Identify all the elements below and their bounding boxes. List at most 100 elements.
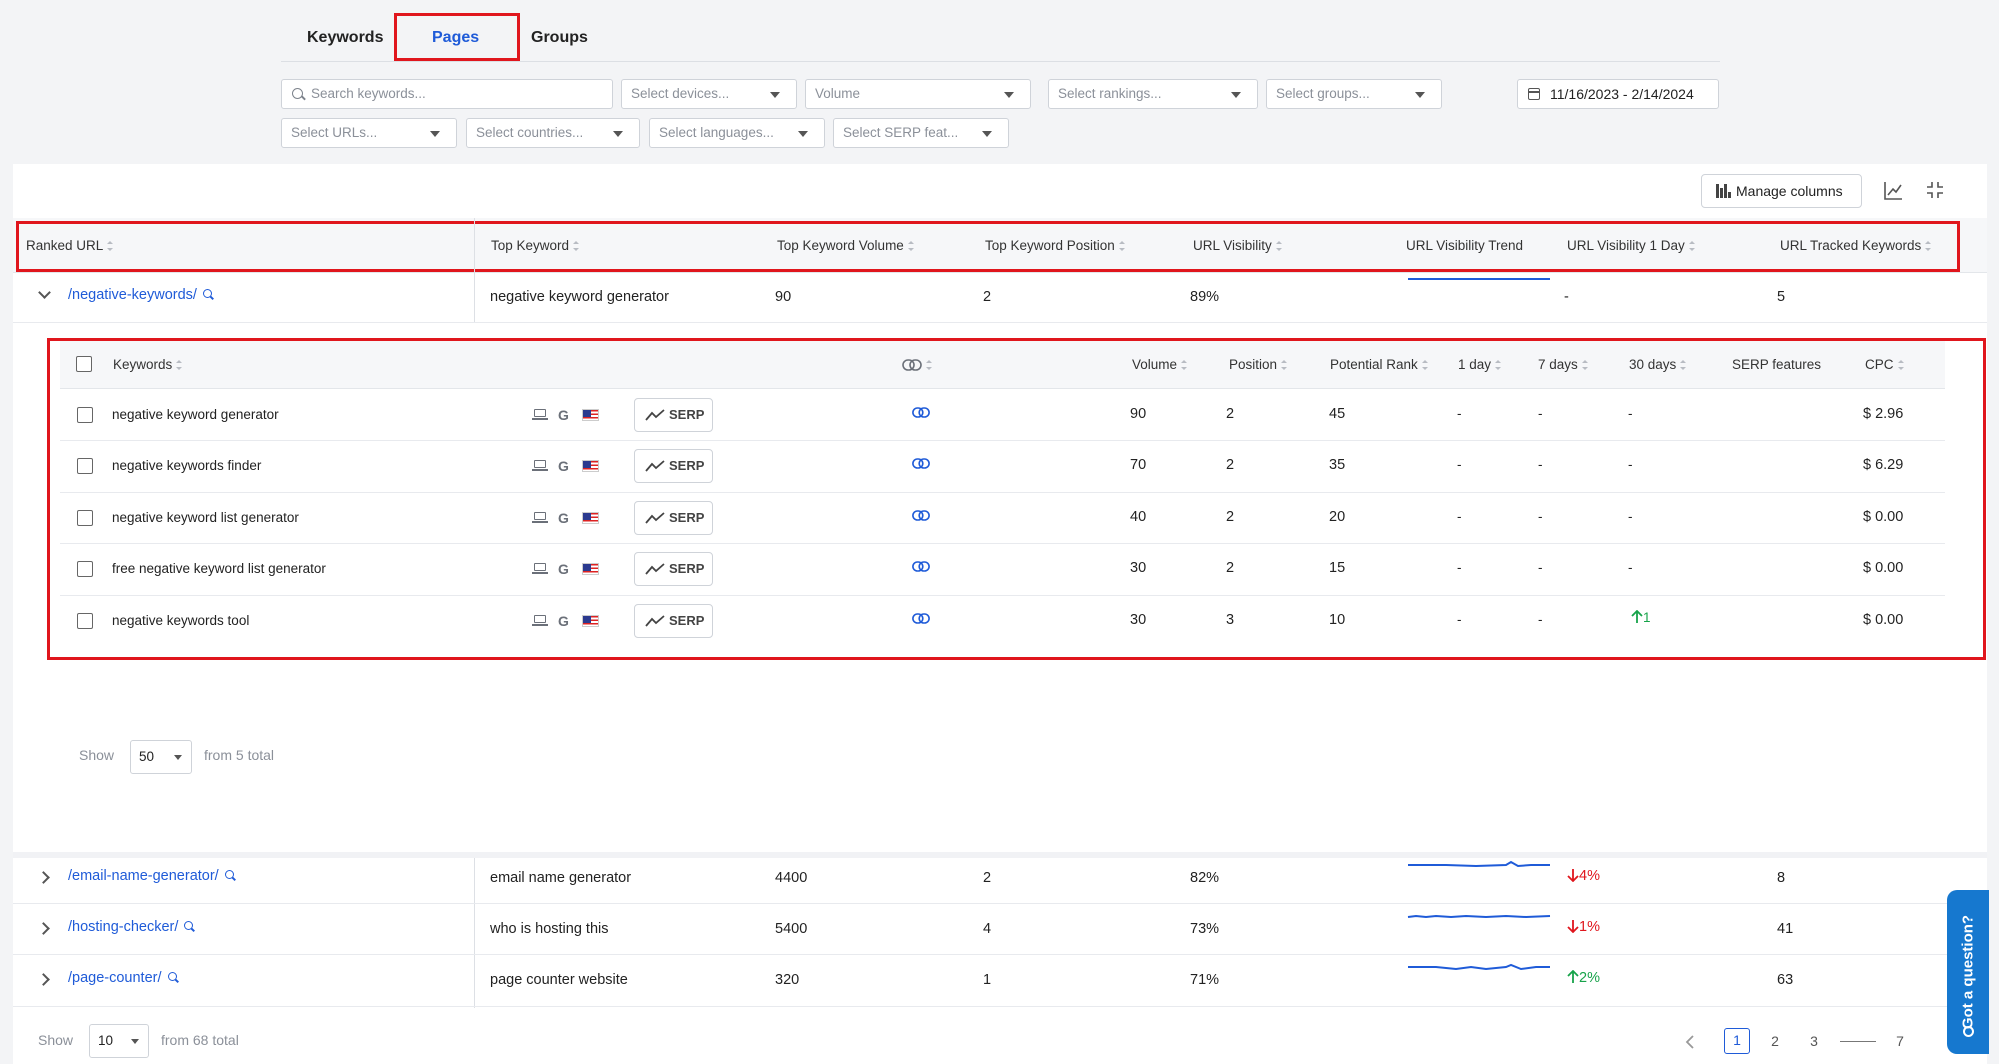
search-icon[interactable]: [167, 972, 177, 981]
page-2[interactable]: 2: [1762, 1028, 1788, 1054]
visibility-1day-change: 1%: [1567, 919, 1600, 935]
col-cpc[interactable]: CPC: [1865, 341, 1904, 389]
link-icon[interactable]: [912, 458, 930, 469]
prev-page-chevron-icon[interactable]: [1677, 1028, 1703, 1054]
sort-icon: [1181, 360, 1188, 370]
ranked-url-link[interactable]: /negative-keywords/: [68, 287, 212, 303]
change-30days: -: [1628, 560, 1633, 575]
row-checkbox[interactable]: [77, 458, 93, 474]
search-icon[interactable]: [202, 289, 212, 298]
link-icon[interactable]: [912, 613, 930, 624]
search-icon[interactable]: [184, 921, 194, 930]
search-placeholder: Search keywords...: [311, 86, 426, 101]
view-tabs: Keywords Pages Groups: [281, 8, 1720, 62]
change-30days: 1: [1631, 609, 1651, 625]
serp-features-select[interactable]: Select SERP feat...: [833, 118, 1009, 148]
col-ranked-url[interactable]: Ranked URL: [26, 218, 114, 273]
chart-icon[interactable]: [1883, 181, 1903, 201]
link-icon[interactable]: [912, 561, 930, 572]
col-url-tracked-keywords[interactable]: URL Tracked Keywords: [1780, 218, 1932, 273]
url-visibility: 71%: [1190, 972, 1220, 988]
row-checkbox[interactable]: [77, 561, 93, 577]
chevron-down-icon: [770, 92, 780, 98]
col-7days[interactable]: 7 days: [1538, 341, 1588, 389]
chevron-down-icon: [613, 131, 623, 137]
tab-groups[interactable]: Groups: [531, 8, 588, 58]
top-keyword: page counter website: [490, 972, 628, 988]
col-30days[interactable]: 30 days: [1629, 341, 1687, 389]
chevron-down-icon: [1231, 92, 1241, 98]
top-keyword-volume: 4400: [775, 870, 808, 886]
sort-icon: [1495, 360, 1502, 370]
trend-icon: [645, 409, 665, 421]
row-checkbox[interactable]: [77, 510, 93, 526]
search-input[interactable]: Search keywords...: [281, 79, 613, 109]
row-checkbox[interactable]: [77, 613, 93, 629]
col-potential-rank[interactable]: Potential Rank: [1330, 341, 1428, 389]
volume-select[interactable]: Volume: [805, 79, 1031, 109]
page-3[interactable]: 3: [1801, 1028, 1827, 1054]
col-volume[interactable]: Volume: [1132, 341, 1188, 389]
page-last[interactable]: 7: [1887, 1028, 1913, 1054]
ranked-url-link[interactable]: /hosting-checker/: [68, 919, 194, 935]
change-7days: -: [1538, 509, 1543, 524]
show-label: Show: [38, 1032, 74, 1048]
link-icon[interactable]: [912, 407, 930, 418]
row-divider: [60, 595, 1945, 596]
top-keyword-position: 2: [983, 289, 992, 305]
sort-icon: [107, 241, 114, 251]
page-size-select[interactable]: 10: [89, 1024, 149, 1058]
chevron-down-icon: [131, 1039, 139, 1044]
col-url-visibility[interactable]: URL Visibility: [1193, 218, 1282, 273]
serp-button[interactable]: SERP: [634, 398, 713, 432]
date-range-picker[interactable]: 11/16/2023 - 2/14/2024: [1517, 79, 1719, 109]
col-1day[interactable]: 1 day: [1458, 341, 1502, 389]
tab-keywords[interactable]: Keywords: [307, 8, 383, 58]
column-divider: [474, 858, 475, 1008]
url-visibility: 73%: [1190, 921, 1220, 937]
collapse-icon[interactable]: [1926, 181, 1944, 199]
change-1day: -: [1457, 612, 1462, 627]
date-range-label: 11/16/2023 - 2/14/2024: [1550, 86, 1694, 102]
serp-button[interactable]: SERP: [634, 604, 713, 638]
col-top-keyword-volume[interactable]: Top Keyword Volume: [777, 218, 914, 273]
devices-select[interactable]: Select devices...: [621, 79, 797, 109]
col-serp-features: SERP features: [1732, 357, 1822, 372]
serp-button[interactable]: SERP: [634, 552, 713, 586]
manage-columns-button[interactable]: Manage columns: [1701, 174, 1862, 208]
row-divider: [13, 322, 1987, 323]
potential-rank-value: 45: [1329, 406, 1346, 422]
page-1[interactable]: 1: [1724, 1028, 1750, 1054]
ranked-url-link[interactable]: /page-counter/: [68, 970, 177, 986]
sort-icon: [1275, 241, 1282, 251]
col-top-keyword-position[interactable]: Top Keyword Position: [985, 218, 1125, 273]
col-top-keyword[interactable]: Top Keyword: [491, 218, 580, 273]
urls-select[interactable]: Select URLs...: [281, 118, 457, 148]
select-all-checkbox[interactable]: [76, 356, 92, 372]
row-checkbox[interactable]: [77, 407, 93, 423]
col-url-visibility-1day[interactable]: URL Visibility 1 Day: [1567, 218, 1695, 273]
sort-icon: [176, 360, 183, 370]
col-link[interactable]: [902, 341, 932, 389]
serp-button[interactable]: SERP: [634, 501, 713, 535]
position-value: 2: [1226, 457, 1235, 473]
inner-page-size-select[interactable]: 50: [130, 740, 192, 774]
top-keyword-volume: 320: [775, 972, 800, 988]
col-keywords[interactable]: Keywords: [113, 341, 183, 389]
help-chat-tab[interactable]: Got a question?: [1947, 890, 1989, 1054]
change-1day: -: [1457, 406, 1462, 421]
ranked-url-link[interactable]: /email-name-generator/: [68, 868, 234, 884]
serp-button[interactable]: SERP: [634, 449, 713, 483]
rankings-select[interactable]: Select rankings...: [1048, 79, 1258, 109]
groups-select[interactable]: Select groups...: [1266, 79, 1442, 109]
link-icon[interactable]: [912, 510, 930, 521]
tab-pages[interactable]: Pages: [432, 8, 479, 58]
keyword-text: negative keywords tool: [112, 613, 250, 628]
arrow-up-icon: [1631, 609, 1643, 623]
languages-select[interactable]: Select languages...: [649, 118, 825, 148]
trend-icon: [645, 512, 665, 524]
countries-select[interactable]: Select countries...: [466, 118, 640, 148]
col-position[interactable]: Position: [1229, 341, 1288, 389]
trend-icon: [645, 460, 665, 472]
search-icon[interactable]: [224, 870, 234, 879]
